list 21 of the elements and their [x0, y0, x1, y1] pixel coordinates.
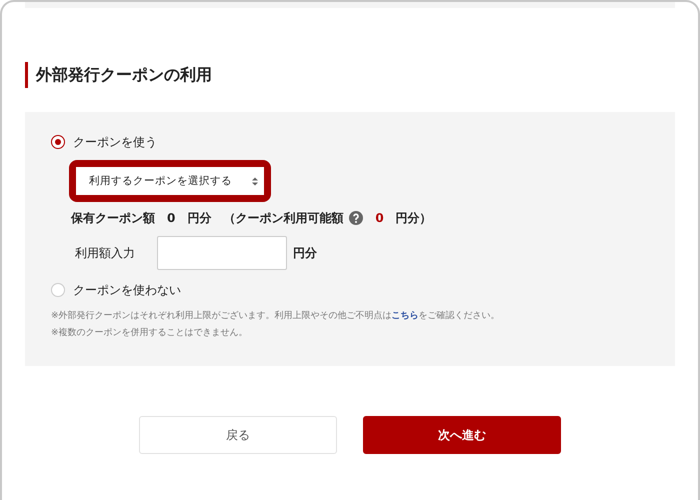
available-unit: 円分） [396, 210, 432, 226]
note-text: ※外部発行クーポンはそれぞれ利用上限がございます。利用上限やその他ご不明点はこちら をご確認ください。 [51, 310, 501, 323]
back-button[interactable]: 戻る [139, 416, 337, 454]
balance-label: 保有クーポン額 [71, 210, 155, 226]
link[interactable]: こちら [392, 311, 419, 321]
amount-label: 利用額入力 [75, 244, 136, 262]
available-label: （クーポン利用可能額 [223, 210, 344, 226]
option-label: クーポンを使う [73, 134, 157, 150]
balance-unit: 円分 [187, 210, 212, 226]
coupon-select[interactable]: 利用するクーポンを選択する [76, 167, 264, 195]
amount-unit: 円分 [293, 244, 317, 262]
available-value: 0 [375, 211, 384, 225]
radio-button[interactable] [51, 135, 65, 149]
help-icon[interactable] [349, 211, 364, 225]
amount-field[interactable] [157, 236, 287, 270]
sort-arrows-icon [252, 176, 258, 186]
section-title: 外部発行クーポンの利用 [25, 62, 675, 88]
note-text: ※複数のクーポンを併用することはできません。 [51, 326, 249, 340]
balance-value: 0 [167, 211, 176, 225]
next-button[interactable]: 次へ進む [363, 416, 561, 454]
option-label: クーポンを使わない [73, 282, 181, 298]
